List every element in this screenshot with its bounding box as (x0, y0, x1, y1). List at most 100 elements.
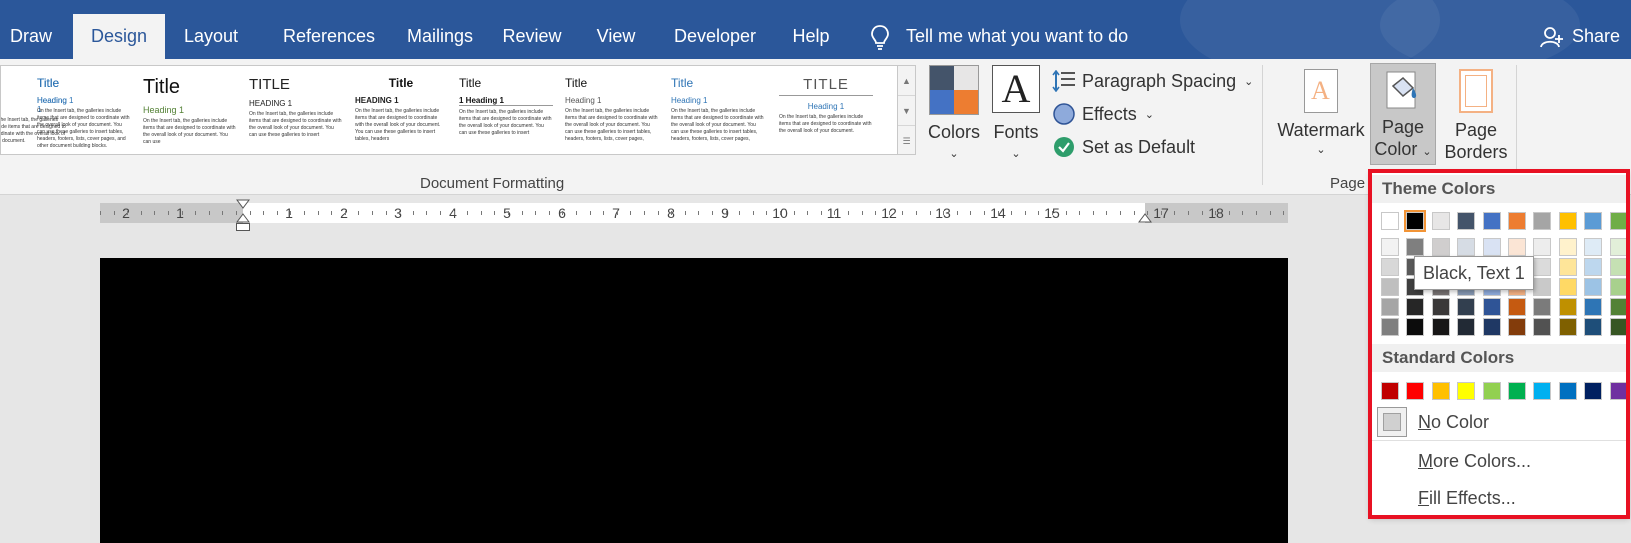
theme-colors-button[interactable]: Colors ⌄ (922, 63, 986, 165)
paragraph-spacing-button[interactable]: Paragraph Spacing ⌄ (1052, 66, 1253, 96)
standard-color-swatch[interactable] (1584, 382, 1602, 400)
theme-shade-swatch[interactable] (1610, 238, 1628, 256)
theme-shade-swatch[interactable] (1457, 238, 1475, 256)
left-indent-handle[interactable] (236, 223, 250, 231)
theme-shade-swatch[interactable] (1584, 258, 1602, 276)
no-color-option[interactable]: No Color (1418, 412, 1489, 433)
ruler-tick (590, 211, 591, 215)
theme-color-swatch[interactable] (1533, 212, 1551, 230)
more-colors-option[interactable]: More Colors... (1418, 451, 1531, 472)
theme-color-swatch[interactable] (1559, 212, 1577, 230)
theme-color-swatch[interactable] (1508, 212, 1526, 230)
hanging-indent-handle[interactable] (236, 213, 250, 223)
tab-draw[interactable]: Draw (0, 14, 62, 59)
theme-shade-swatch[interactable] (1406, 318, 1424, 336)
theme-shade-swatch[interactable] (1610, 278, 1628, 296)
theme-color-swatch[interactable] (1610, 212, 1628, 230)
theme-shade-swatch[interactable] (1483, 238, 1501, 256)
theme-shade-swatch[interactable] (1533, 298, 1551, 316)
theme-shade-swatch[interactable] (1533, 318, 1551, 336)
style-set-item[interactable]: Title Heading 1 On the Insert tab, the g… (669, 66, 767, 154)
standard-color-swatch[interactable] (1610, 382, 1628, 400)
standard-color-swatch[interactable] (1483, 382, 1501, 400)
gallery-more-button[interactable]: ☰ (898, 126, 915, 156)
tell-me-search[interactable]: Tell me what you want to do (870, 14, 1128, 59)
standard-color-swatch[interactable] (1457, 382, 1475, 400)
right-indent-handle[interactable] (1138, 213, 1152, 223)
gallery-up-button[interactable]: ▲ (898, 66, 915, 96)
theme-shade-swatch[interactable] (1559, 298, 1577, 316)
theme-shade-swatch[interactable] (1584, 298, 1602, 316)
theme-shade-swatch[interactable] (1533, 258, 1551, 276)
theme-shade-swatch[interactable] (1432, 298, 1450, 316)
theme-shade-swatch[interactable] (1533, 278, 1551, 296)
theme-shade-swatch[interactable] (1559, 278, 1577, 296)
tab-design[interactable]: Design (73, 14, 165, 59)
effects-button[interactable]: Effects ⌄ (1052, 99, 1154, 129)
theme-shade-swatch[interactable] (1432, 238, 1450, 256)
style-set-item[interactable]: TITLE HEADING 1 On the Insert tab, the g… (247, 66, 345, 154)
tab-layout[interactable]: Layout (174, 14, 248, 59)
theme-shade-swatch[interactable] (1559, 258, 1577, 276)
theme-shade-swatch[interactable] (1457, 318, 1475, 336)
gallery-down-button[interactable]: ▼ (898, 96, 915, 126)
page-color-button[interactable]: Page Color ⌄ (1370, 63, 1436, 165)
tab-mailings[interactable]: Mailings (395, 14, 485, 59)
theme-shade-swatch[interactable] (1610, 298, 1628, 316)
style-set-item[interactable]: Title 1 Heading 1 On the Insert tab, the… (457, 66, 555, 154)
document-page[interactable] (100, 258, 1288, 543)
fill-effects-option[interactable]: Fill Effects... (1418, 488, 1516, 509)
theme-shade-swatch[interactable] (1381, 318, 1399, 336)
theme-color-swatch[interactable] (1457, 212, 1475, 230)
set-as-default-button[interactable]: Set as Default (1052, 132, 1195, 162)
tab-developer[interactable]: Developer (665, 14, 765, 59)
page-borders-button[interactable]: Page Borders (1440, 63, 1512, 163)
theme-shade-swatch[interactable] (1406, 298, 1424, 316)
style-set-item[interactable]: Title Heading 1 On the Insert tab, the g… (35, 66, 133, 154)
theme-shade-swatch[interactable] (1508, 238, 1526, 256)
tab-review[interactable]: Review (497, 14, 567, 59)
theme-shade-swatch[interactable] (1584, 318, 1602, 336)
tab-view[interactable]: View (590, 14, 642, 59)
standard-color-swatch[interactable] (1533, 382, 1551, 400)
watermark-button[interactable]: A Watermark ⌄ (1275, 63, 1367, 159)
theme-shade-swatch[interactable] (1483, 298, 1501, 316)
theme-color-swatch[interactable] (1584, 212, 1602, 230)
theme-shade-swatch[interactable] (1508, 298, 1526, 316)
theme-color-swatch[interactable] (1483, 212, 1501, 230)
first-line-indent-handle[interactable] (236, 199, 250, 209)
style-set-item[interactable]: Title Heading 1 On the Insert tab, the g… (141, 66, 239, 154)
theme-shade-swatch[interactable] (1406, 238, 1424, 256)
theme-color-swatch[interactable] (1404, 210, 1426, 232)
style-set-item[interactable]: Title Heading 1 On the Insert tab, the g… (563, 66, 661, 154)
theme-shade-swatch[interactable] (1559, 318, 1577, 336)
style-set-item[interactable]: TITLE Heading 1 On the Insert tab, the g… (777, 66, 875, 154)
theme-shade-swatch[interactable] (1533, 238, 1551, 256)
standard-color-swatch[interactable] (1508, 382, 1526, 400)
standard-color-swatch[interactable] (1432, 382, 1450, 400)
theme-shade-swatch[interactable] (1584, 238, 1602, 256)
theme-shade-swatch[interactable] (1432, 318, 1450, 336)
standard-color-swatch[interactable] (1559, 382, 1577, 400)
theme-shade-swatch[interactable] (1610, 258, 1628, 276)
standard-color-swatch[interactable] (1381, 382, 1399, 400)
style-set-item[interactable]: Title HEADING 1 On the Insert tab, the g… (353, 66, 449, 154)
theme-shade-swatch[interactable] (1610, 318, 1628, 336)
theme-shade-swatch[interactable] (1381, 258, 1399, 276)
horizontal-ruler[interactable]: 211234567891011121314151718 (100, 199, 1288, 223)
theme-shade-swatch[interactable] (1381, 298, 1399, 316)
theme-shade-swatch[interactable] (1381, 238, 1399, 256)
theme-shade-swatch[interactable] (1457, 298, 1475, 316)
theme-shade-swatch[interactable] (1483, 318, 1501, 336)
share-button[interactable]: Share (1540, 14, 1620, 59)
theme-fonts-button[interactable]: A Fonts ⌄ (986, 63, 1046, 165)
theme-color-swatch[interactable] (1381, 212, 1399, 230)
theme-shade-swatch[interactable] (1559, 238, 1577, 256)
tab-help[interactable]: Help (785, 14, 837, 59)
theme-color-swatch[interactable] (1432, 212, 1450, 230)
theme-shade-swatch[interactable] (1508, 318, 1526, 336)
standard-color-swatch[interactable] (1406, 382, 1424, 400)
theme-shade-swatch[interactable] (1584, 278, 1602, 296)
theme-shade-swatch[interactable] (1381, 278, 1399, 296)
tab-references[interactable]: References (268, 14, 390, 59)
